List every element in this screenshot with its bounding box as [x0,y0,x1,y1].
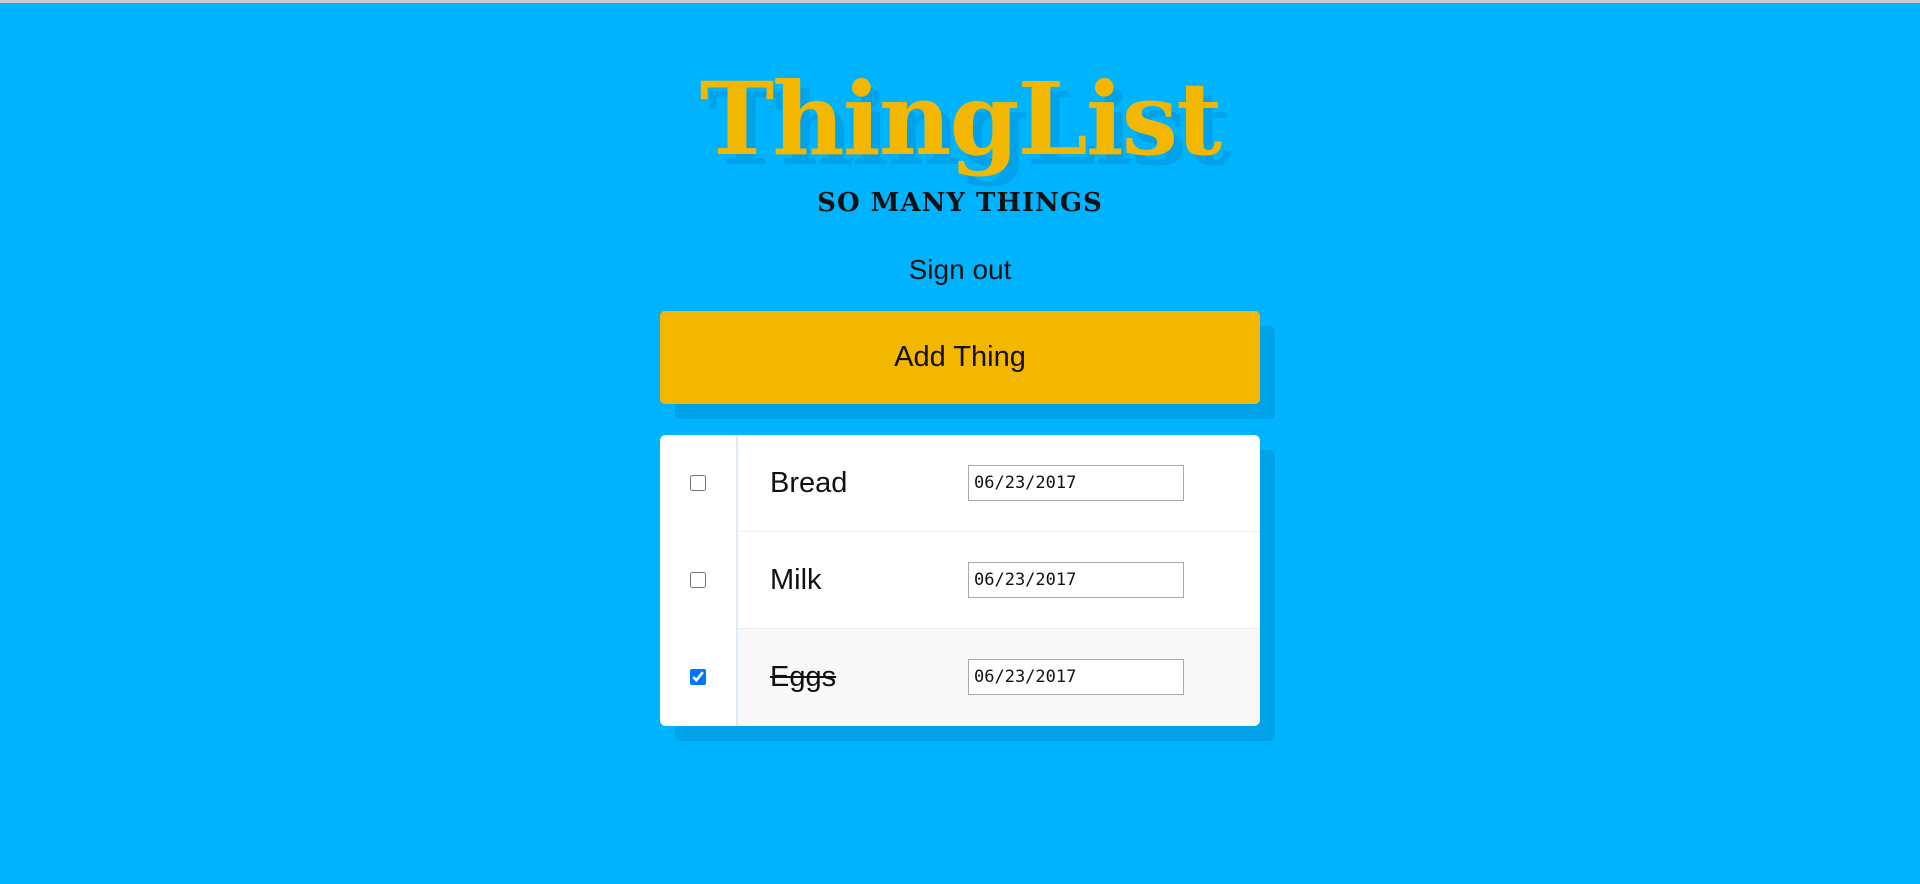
thing-row: Bread [660,435,1260,532]
add-thing-button[interactable]: Add Thing [660,311,1260,404]
browser-top-border [0,0,1920,3]
thing-checkbox[interactable] [690,572,706,588]
thing-checkbox-cell [660,435,738,532]
app-logo: ThingList [699,60,1223,178]
thing-date-input[interactable] [968,659,1184,695]
thing-list: Bread Milk Eggs [660,435,1260,726]
thing-name: Eggs [770,661,837,693]
thing-row: Milk [660,532,1260,629]
thing-date-input[interactable] [968,465,1184,501]
thing-checkbox-cell [660,629,738,726]
thing-row: Eggs [660,629,1260,726]
thing-checkbox[interactable] [690,475,706,491]
sign-out-link[interactable]: Sign out [0,250,1920,290]
thing-checkbox-cell [660,532,738,629]
app-tagline: SO MANY THINGS [817,188,1103,218]
thing-name: Bread [770,467,848,499]
thing-date-input[interactable] [968,562,1184,598]
thing-name: Milk [770,564,822,596]
thing-checkbox[interactable] [690,669,706,685]
